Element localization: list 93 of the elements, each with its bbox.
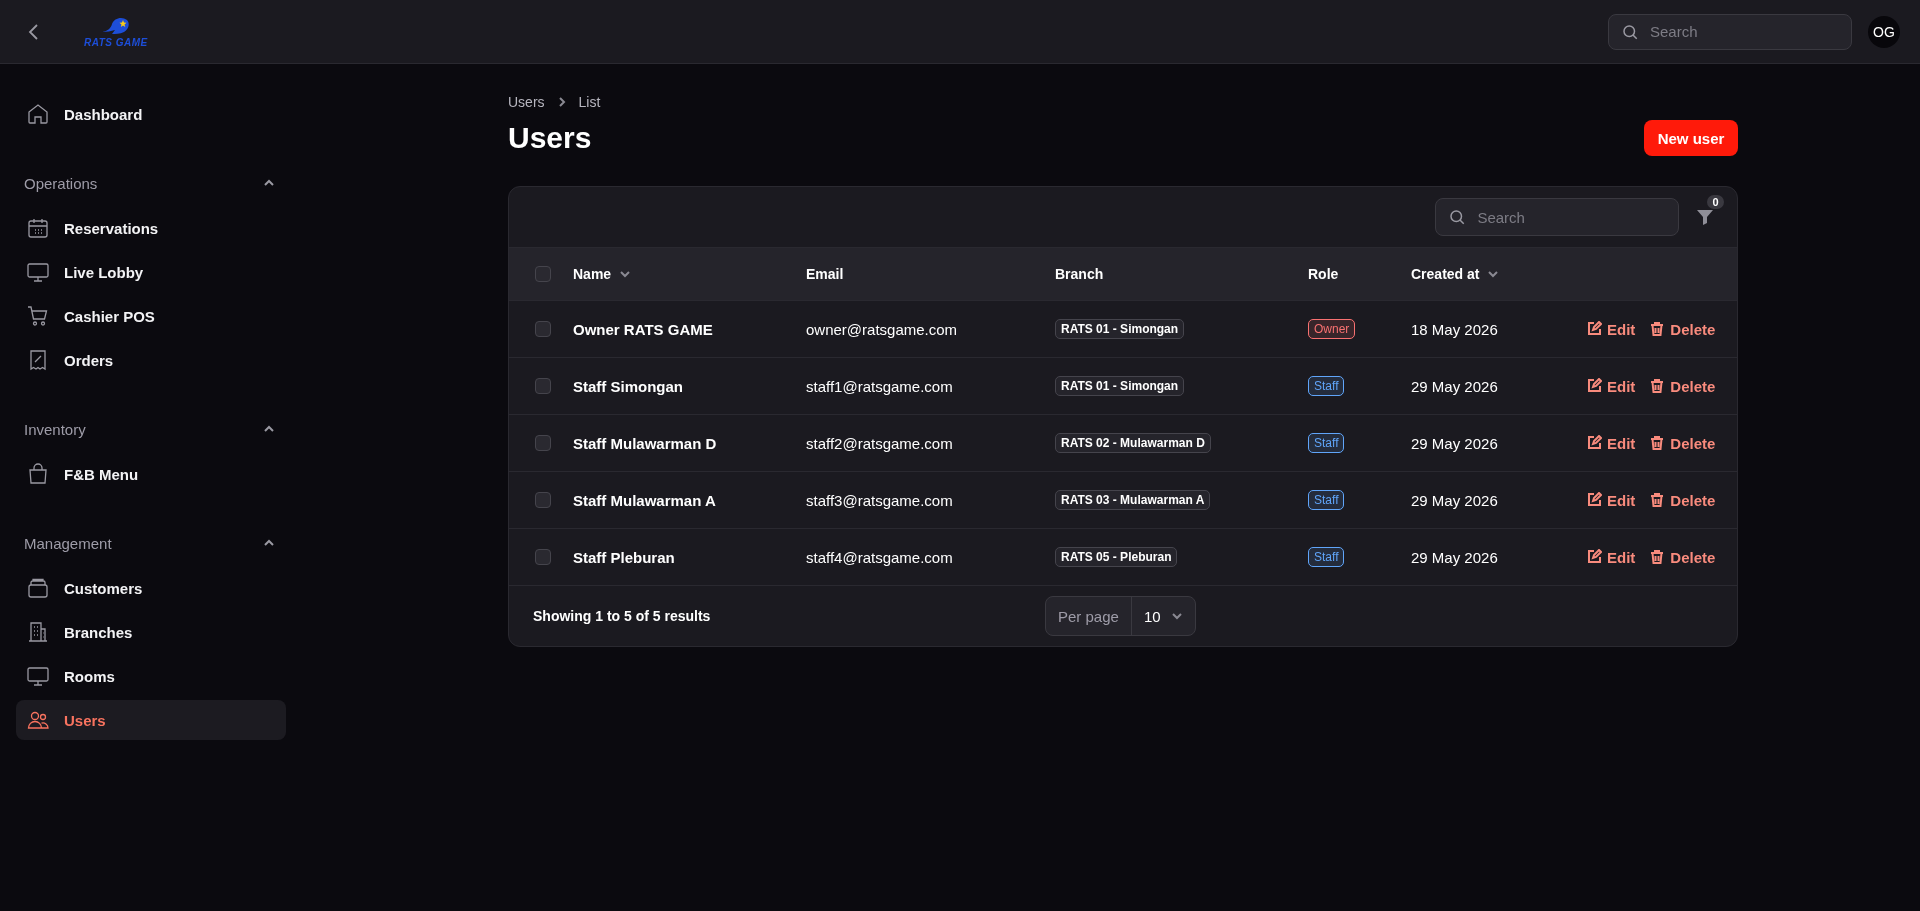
page-title: Users	[508, 121, 592, 155]
column-header: Branch	[1055, 266, 1104, 282]
branch-tag: RATS 03 - Mulawarman A	[1055, 490, 1211, 510]
trash-icon	[1649, 435, 1666, 451]
sidebar-item[interactable]: Customers	[16, 568, 286, 608]
column-header: Email	[806, 266, 844, 282]
edit-link[interactable]: Edit	[1586, 377, 1636, 395]
building-icon	[26, 620, 50, 644]
checkbox[interactable]	[535, 492, 551, 508]
checkbox[interactable]	[535, 378, 551, 394]
table-cell-text: 18 May 2026	[1411, 320, 1499, 338]
search-field[interactable]: Search	[1435, 198, 1680, 236]
sidebar-item[interactable]: Dashboard	[16, 94, 286, 134]
edit-icon	[1586, 321, 1602, 337]
table-cell-text: staff3@ratsgame.com	[806, 491, 954, 509]
table-cell-text: 29 May 2026	[1411, 548, 1499, 566]
per-page-select[interactable]: Per page 10	[1045, 596, 1196, 636]
table-cell-text: owner@ratsgame.com	[806, 320, 959, 338]
edit-link[interactable]: Edit	[1586, 320, 1636, 338]
sidebar-item[interactable]: Cashier POS	[16, 296, 286, 336]
chevron-down-icon[interactable]	[619, 268, 632, 280]
checkbox[interactable]	[535, 266, 551, 282]
bag-icon	[26, 462, 50, 486]
stack-icon	[26, 576, 50, 600]
sidebar-item[interactable]: Users	[16, 700, 286, 740]
new-user-button[interactable]: New user	[1643, 120, 1739, 156]
delete-link[interactable]: Delete	[1649, 491, 1716, 509]
branch-tag: RATS 05 - Pleburan	[1055, 547, 1178, 567]
branch-tag: RATS 01 - Simongan	[1055, 376, 1185, 396]
table-cell-text: 29 May 2026	[1411, 434, 1499, 452]
group-label: Inventory	[24, 420, 86, 438]
role-badge: Owner	[1308, 319, 1356, 339]
branch-tag: RATS 02 - Mulawarman D	[1055, 433, 1211, 453]
breadcrumb-link[interactable]: List	[578, 94, 601, 110]
cart-icon	[26, 304, 50, 328]
search-field[interactable]: Search	[1608, 13, 1852, 50]
checkbox[interactable]	[535, 435, 551, 451]
edit-icon	[1586, 492, 1602, 508]
table-cell-text: staff2@ratsgame.com	[806, 434, 954, 452]
edit-icon	[1586, 549, 1602, 565]
chevron-down-icon	[1170, 610, 1183, 622]
role-badge: Staff	[1308, 547, 1345, 567]
table-cell-text: 29 May 2026	[1411, 491, 1499, 509]
column-header[interactable]: Created at	[1411, 266, 1480, 282]
edit-link[interactable]: Edit	[1586, 491, 1636, 509]
trash-icon	[1649, 492, 1666, 508]
edit-link[interactable]: Edit	[1586, 434, 1636, 452]
search-icon	[1448, 208, 1467, 226]
sidebar-item[interactable]: Live Lobby	[16, 252, 286, 292]
table-cell-text: staff4@ratsgame.com	[806, 548, 954, 566]
table-cell-text: Staff Simongan	[573, 377, 684, 395]
role-badge: Staff	[1308, 433, 1345, 453]
trash-icon	[1649, 321, 1666, 337]
table-cell-text: staff1@ratsgame.com	[806, 377, 954, 395]
checkbox[interactable]	[535, 549, 551, 565]
trash-icon	[1649, 549, 1666, 565]
filter-count: 0	[1707, 195, 1724, 209]
edit-link[interactable]: Edit	[1586, 548, 1636, 566]
group-label: Management	[24, 534, 112, 552]
trash-icon	[1649, 378, 1666, 394]
sidebar-item[interactable]: Rooms	[16, 656, 286, 696]
calendar-icon	[26, 216, 50, 240]
table-cell-text: Staff Mulawarman A	[573, 491, 717, 509]
breadcrumb-link[interactable]: Users	[508, 94, 545, 110]
sidebar-item[interactable]: Branches	[16, 612, 286, 652]
checkbox[interactable]	[535, 321, 551, 337]
delete-link[interactable]: Delete	[1649, 548, 1716, 566]
edit-icon	[1586, 435, 1602, 451]
delete-link[interactable]: Delete	[1649, 377, 1716, 395]
chevron-down-icon[interactable]	[1487, 268, 1500, 280]
branch-tag: RATS 01 - Simongan	[1055, 319, 1185, 339]
column-header: Role	[1308, 266, 1339, 282]
table-cell-text: Staff Pleburan	[573, 548, 676, 566]
column-header[interactable]: Name	[573, 266, 612, 282]
results-summary: Showing 1 to 5 of 5 results	[533, 608, 712, 624]
sidebar-item[interactable]: F&B Menu	[16, 454, 286, 494]
delete-link[interactable]: Delete	[1649, 320, 1716, 338]
edit-icon	[1586, 378, 1602, 394]
search-icon	[1621, 22, 1639, 41]
table-cell-text: Owner RATS GAME	[573, 320, 714, 338]
role-badge: Staff	[1308, 376, 1345, 396]
sidebar-item[interactable]: Reservations	[16, 208, 286, 248]
sidebar-item[interactable]: Orders	[16, 340, 286, 380]
monitor-icon	[26, 260, 50, 284]
user-avatar[interactable]: OG	[1868, 15, 1900, 48]
home-icon	[26, 102, 50, 126]
delete-link[interactable]: Delete	[1649, 434, 1716, 452]
role-badge: Staff	[1308, 490, 1345, 510]
filter-icon[interactable]	[1695, 207, 1716, 227]
monitor-icon	[26, 664, 50, 688]
group-label: Operations	[24, 174, 98, 192]
table-cell-text: 29 May 2026	[1411, 377, 1499, 395]
table-cell-text: Staff Mulawarman D	[573, 434, 718, 452]
